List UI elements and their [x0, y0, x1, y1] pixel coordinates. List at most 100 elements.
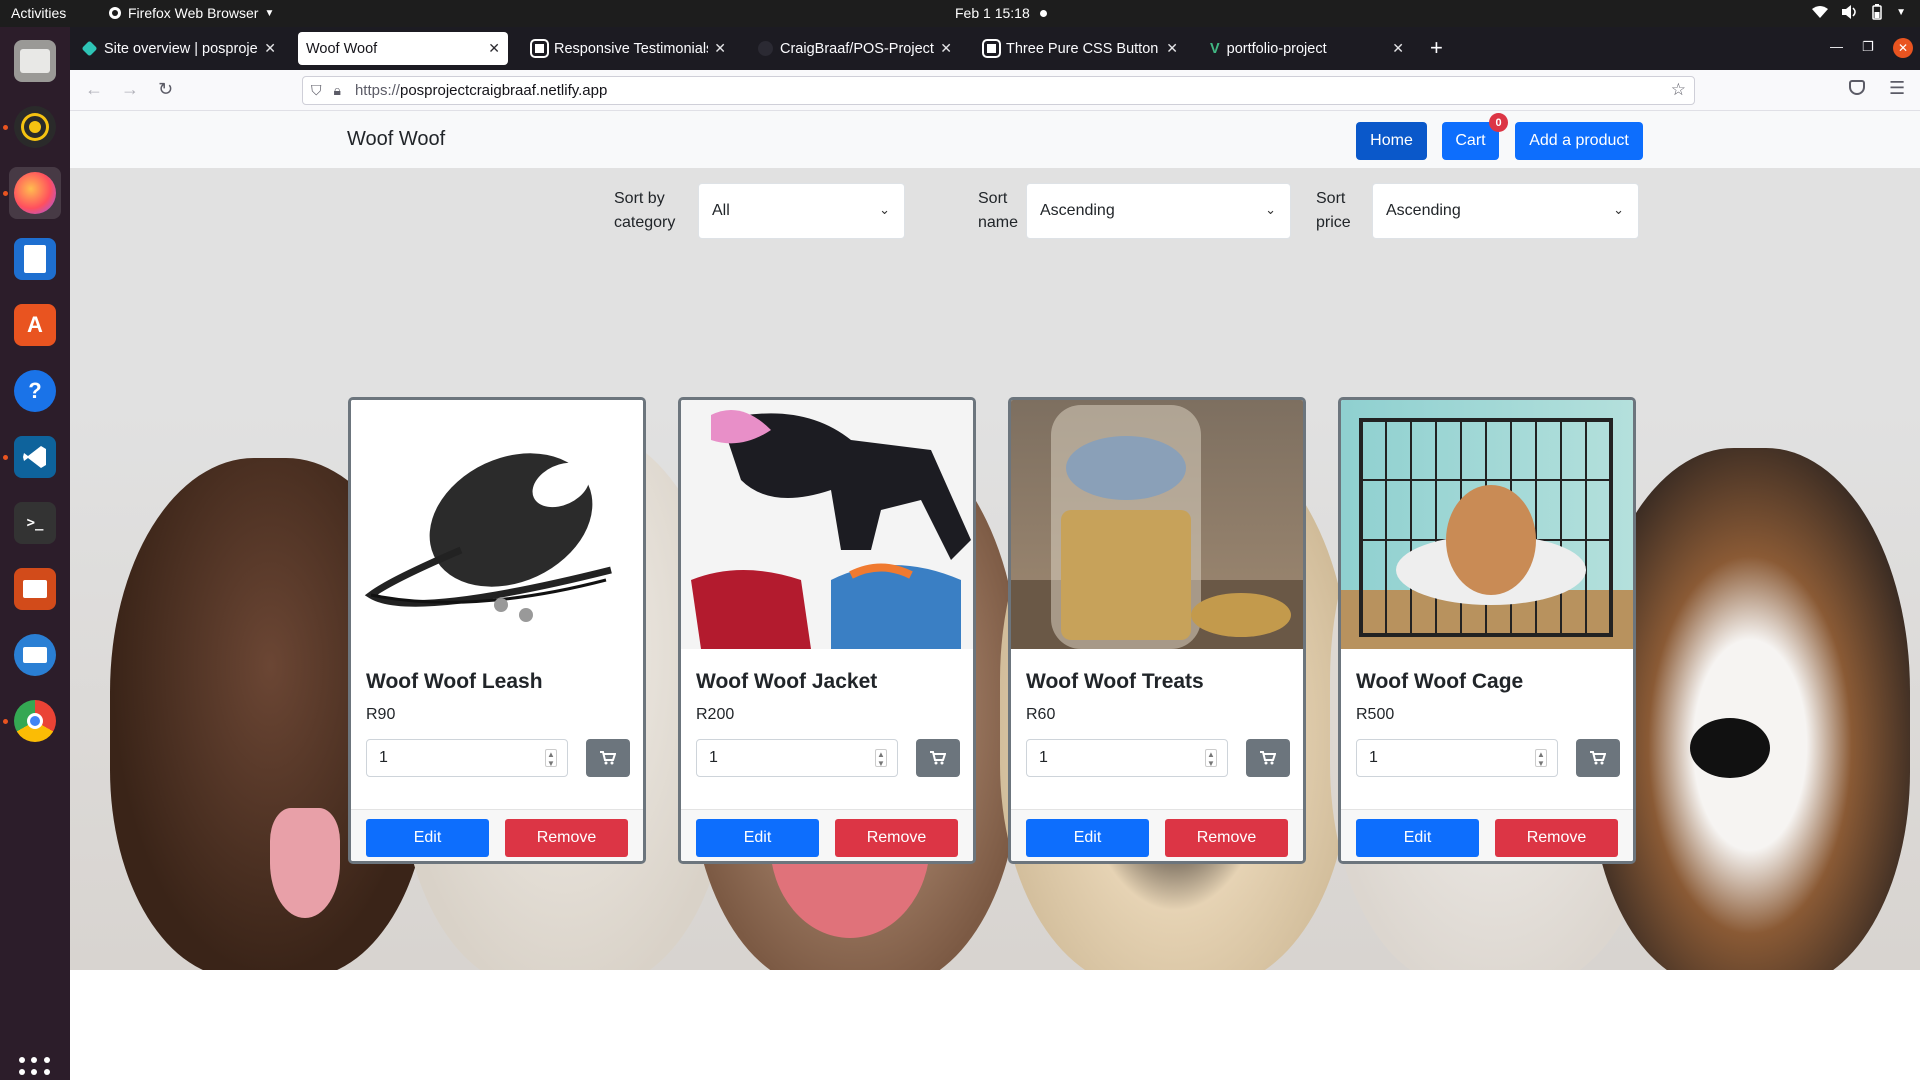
site-brand[interactable]: Woof Woof: [347, 128, 445, 151]
quantity-input[interactable]: 1 ▲ ▼: [1026, 739, 1228, 777]
software-icon: A: [14, 304, 56, 346]
home-button[interactable]: Home: [1356, 122, 1427, 160]
product-price: R200: [696, 706, 735, 723]
tab-title: portfolio-project: [1226, 40, 1327, 57]
close-icon[interactable]: ✕: [264, 40, 276, 57]
url-text: https://posprojectcraigbraaf.netlify.app: [355, 82, 607, 99]
window-close-button[interactable]: ✕: [1893, 38, 1913, 58]
reload-icon[interactable]: ↻: [158, 79, 173, 100]
dock-writer[interactable]: [9, 233, 61, 285]
quantity-input[interactable]: 1 ▲ ▼: [696, 739, 898, 777]
writer-icon: [14, 238, 56, 280]
stepper-icon[interactable]: ▲ ▼: [545, 749, 557, 768]
tab-portfolio[interactable]: V portfolio-project ✕: [1202, 32, 1412, 65]
tab-github[interactable]: CraigBraaf/POS-Project ✕: [750, 32, 960, 65]
cart-icon: [930, 751, 946, 765]
edit-button[interactable]: Edit: [696, 819, 819, 857]
tab-responsive-testimonials[interactable]: Responsive Testimonials ✕: [524, 32, 734, 65]
show-applications-icon[interactable]: [19, 1057, 51, 1080]
edit-button[interactable]: Edit: [1026, 819, 1149, 857]
minimize-icon[interactable]: —: [1830, 39, 1843, 54]
files-icon: [14, 40, 56, 82]
clock[interactable]: Feb 1 15:18: [955, 5, 1047, 21]
remove-label: Remove: [536, 829, 597, 846]
notification-dot-icon: [1039, 9, 1047, 17]
dock-impress[interactable]: [9, 563, 61, 615]
remove-button[interactable]: Remove: [835, 819, 958, 857]
close-icon[interactable]: ✕: [1166, 40, 1178, 57]
add-to-cart-button[interactable]: [1246, 739, 1290, 777]
quantity-input[interactable]: 1 ▲ ▼: [1356, 739, 1558, 777]
add-to-cart-button[interactable]: [586, 739, 630, 777]
cart-count-badge: 0: [1489, 113, 1508, 132]
lock-icon: 🔒︎: [333, 82, 341, 98]
remove-button[interactable]: Remove: [1495, 819, 1618, 857]
dock-software[interactable]: A: [9, 299, 61, 351]
category-label: Sort by category: [614, 190, 676, 231]
edit-button[interactable]: Edit: [1356, 819, 1479, 857]
add-to-cart-button[interactable]: [916, 739, 960, 777]
dock-help[interactable]: ?: [9, 365, 61, 417]
close-icon[interactable]: ✕: [1392, 40, 1404, 57]
tab-css-button[interactable]: Three Pure CSS Button ✕: [976, 32, 1186, 65]
tab-site-overview[interactable]: Site overview | posprojec ✕: [74, 32, 284, 65]
close-icon[interactable]: ✕: [488, 40, 500, 57]
chevron-down-icon: ⌄: [1613, 202, 1624, 217]
close-icon[interactable]: ✕: [714, 40, 726, 57]
stepper-icon[interactable]: ▲ ▼: [1205, 749, 1217, 768]
restore-icon[interactable]: ❐: [1862, 39, 1874, 55]
product-image-leash: [351, 400, 643, 649]
close-icon[interactable]: ✕: [940, 40, 952, 57]
add-to-cart-button[interactable]: [1576, 739, 1620, 777]
product-price: R60: [1026, 706, 1056, 723]
back-icon[interactable]: ←: [85, 79, 103, 100]
datetime-text: Feb 1 15:18: [955, 5, 1030, 21]
address-bar[interactable]: ⛉ 🔒︎ https://posprojectcraigbraaf.netlif…: [302, 76, 1695, 105]
cart-button[interactable]: Cart 0: [1442, 113, 1508, 160]
terminal-icon: >_: [14, 502, 56, 544]
hamburger-menu-icon[interactable]: ☰: [1889, 78, 1905, 99]
system-tray[interactable]: ▼: [1812, 4, 1906, 20]
remove-button[interactable]: Remove: [1165, 819, 1288, 857]
stepper-icon[interactable]: ▲ ▼: [1535, 749, 1547, 768]
codepen-icon: [982, 39, 1001, 58]
app-menu[interactable]: Firefox Web Browser ▼: [108, 5, 274, 21]
browser-toolbar: ← → ↻ ⛉ 🔒︎ https://posprojectcraigbraaf.…: [70, 70, 1920, 111]
quantity-input[interactable]: 1 ▲ ▼: [366, 739, 568, 777]
dock-thunderbird[interactable]: [9, 629, 61, 681]
sort-name-select[interactable]: Ascending ⌄: [1026, 183, 1291, 239]
running-indicator: [3, 125, 8, 130]
edit-button[interactable]: Edit: [366, 819, 489, 857]
tab-title: Woof Woof: [306, 40, 378, 57]
volume-icon: [1842, 5, 1856, 19]
product-card: Woof Woof Leash R90 1 ▲ ▼ Edit Remove: [348, 397, 646, 864]
sort-price-select[interactable]: Ascending ⌄: [1372, 183, 1639, 239]
product-title: Woof Woof Jacket: [696, 670, 878, 693]
dock-firefox[interactable]: [9, 167, 61, 219]
stepper-icon[interactable]: ▲ ▼: [875, 749, 887, 768]
dock-chrome[interactable]: [9, 695, 61, 747]
product-price: R90: [366, 706, 396, 723]
cart-button-label: Cart: [1455, 132, 1486, 149]
new-tab-button[interactable]: +: [1430, 37, 1443, 59]
bookmark-star-icon[interactable]: ☆: [1671, 80, 1686, 100]
edit-label: Edit: [1073, 829, 1102, 846]
activities-button[interactable]: Activities: [11, 5, 66, 21]
help-icon: ?: [14, 370, 56, 412]
remove-button[interactable]: Remove: [505, 819, 628, 857]
tab-woof-woof[interactable]: Woof Woof ✕: [298, 32, 508, 65]
dock: A ? >_: [0, 27, 70, 1080]
add-product-button[interactable]: Add a product: [1515, 122, 1643, 160]
pocket-icon[interactable]: [1849, 80, 1865, 95]
shield-icon: ⛉: [311, 82, 322, 98]
dock-rhythmbox[interactable]: [9, 101, 61, 153]
dock-files[interactable]: [9, 35, 61, 87]
forward-icon[interactable]: →: [121, 79, 139, 100]
product-image-cage: [1341, 400, 1633, 649]
firefox-icon: [14, 172, 56, 214]
dock-vscode[interactable]: [9, 431, 61, 483]
card-footer: Edit Remove: [1341, 809, 1633, 861]
edit-label: Edit: [413, 829, 442, 846]
dock-terminal[interactable]: >_: [9, 497, 61, 549]
category-select[interactable]: All ⌄: [698, 183, 905, 239]
